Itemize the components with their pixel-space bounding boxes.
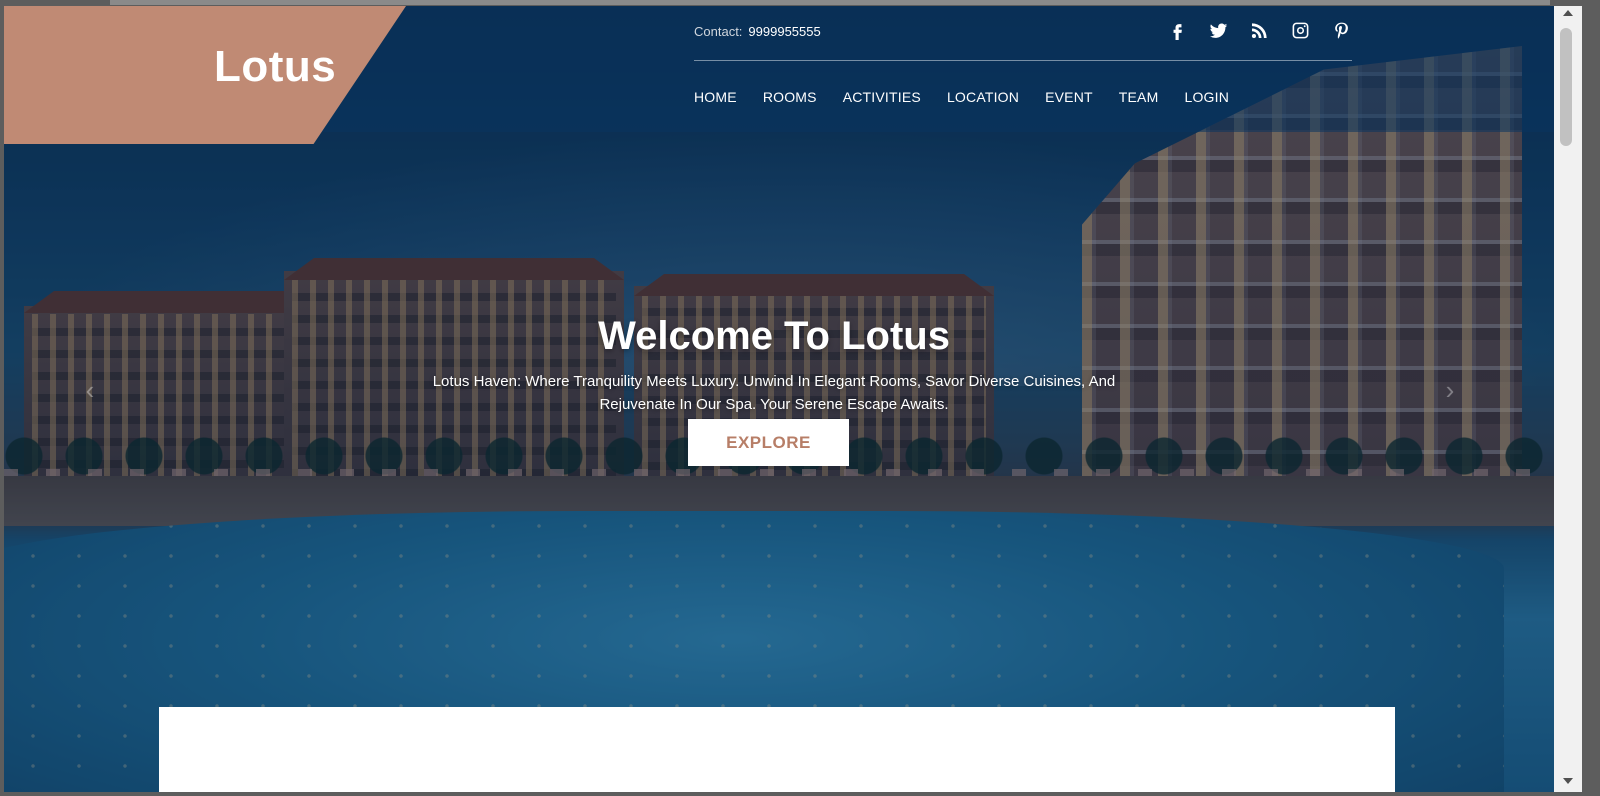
hero-subtitle: Lotus Haven: Where Tranquility Meets Lux… xyxy=(432,373,1116,413)
rss-icon[interactable] xyxy=(1249,20,1270,41)
carousel-prev-icon[interactable]: ‹ xyxy=(72,372,108,408)
nav-item-rooms[interactable]: ROOMS xyxy=(763,89,817,105)
instagram-icon[interactable] xyxy=(1290,20,1311,41)
nav-item-event[interactable]: EVENT xyxy=(1045,89,1093,105)
nav-item-home[interactable]: HOME xyxy=(694,89,737,105)
browser-window: Lotus Contact: 9999955555 HOME ROOMS ACT… xyxy=(0,0,1600,796)
hero-title: Welcome To Lotus xyxy=(598,314,950,358)
contact-number[interactable]: 9999955555 xyxy=(748,24,820,39)
main-nav: HOME ROOMS ACTIVITIES LOCATION EVENT TEA… xyxy=(694,89,1255,105)
facebook-icon[interactable] xyxy=(1167,20,1188,41)
nav-item-location[interactable]: LOCATION xyxy=(947,89,1019,105)
pinterest-icon[interactable] xyxy=(1331,20,1352,41)
header-divider xyxy=(694,60,1352,61)
page-scrollbar[interactable] xyxy=(1554,6,1582,792)
social-links xyxy=(1167,20,1352,41)
carousel-next-icon[interactable]: › xyxy=(1432,372,1468,408)
scroll-up-icon[interactable] xyxy=(1563,10,1573,16)
explore-button[interactable]: EXPLORE xyxy=(688,419,849,466)
nav-item-login[interactable]: LOGIN xyxy=(1184,89,1229,105)
contact-label: Contact: xyxy=(694,24,743,39)
content-card xyxy=(159,707,1395,792)
scroll-thumb[interactable] xyxy=(1560,28,1572,146)
nav-item-activities[interactable]: ACTIVITIES xyxy=(843,89,921,105)
window-top-strip xyxy=(110,0,1550,5)
nav-item-team[interactable]: TEAM xyxy=(1119,89,1159,105)
contact-info: Contact: 9999955555 xyxy=(694,24,821,39)
twitter-icon[interactable] xyxy=(1208,20,1229,41)
page-viewport: Lotus Contact: 9999955555 HOME ROOMS ACT… xyxy=(4,6,1582,792)
scroll-down-icon[interactable] xyxy=(1563,778,1573,784)
site-logo[interactable]: Lotus xyxy=(214,42,336,92)
